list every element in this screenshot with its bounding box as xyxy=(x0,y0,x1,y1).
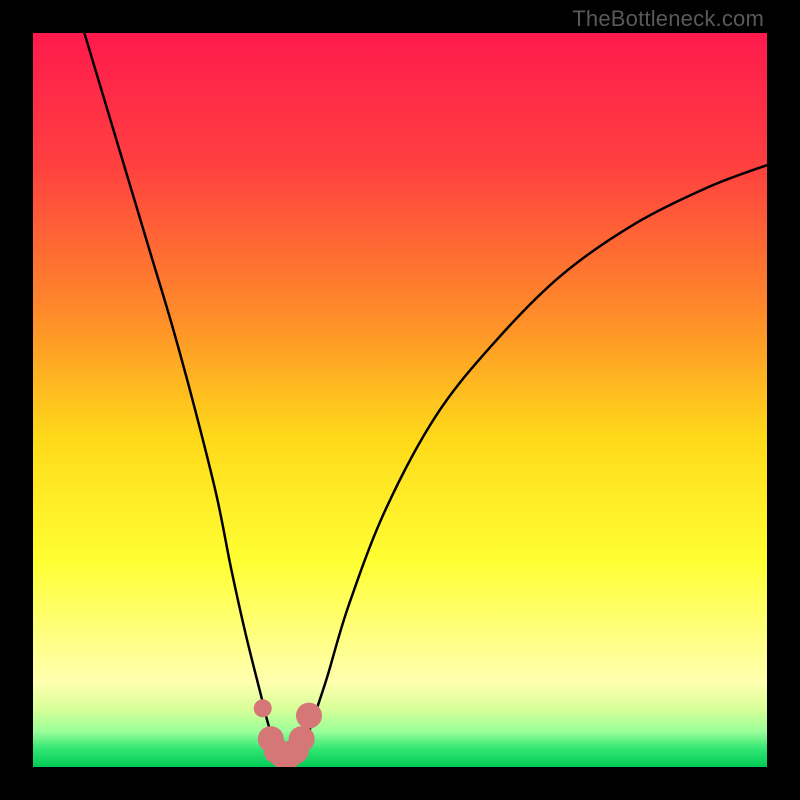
highlight-point xyxy=(254,699,272,717)
highlight-point xyxy=(289,726,315,752)
bottleneck-curve xyxy=(84,33,767,760)
watermark-text: TheBottleneck.com xyxy=(572,6,764,32)
curve-layer xyxy=(33,33,767,767)
highlight-point xyxy=(296,703,322,729)
plot-area xyxy=(33,33,767,767)
highlight-markers xyxy=(254,699,322,767)
chart-frame: TheBottleneck.com xyxy=(0,0,800,800)
